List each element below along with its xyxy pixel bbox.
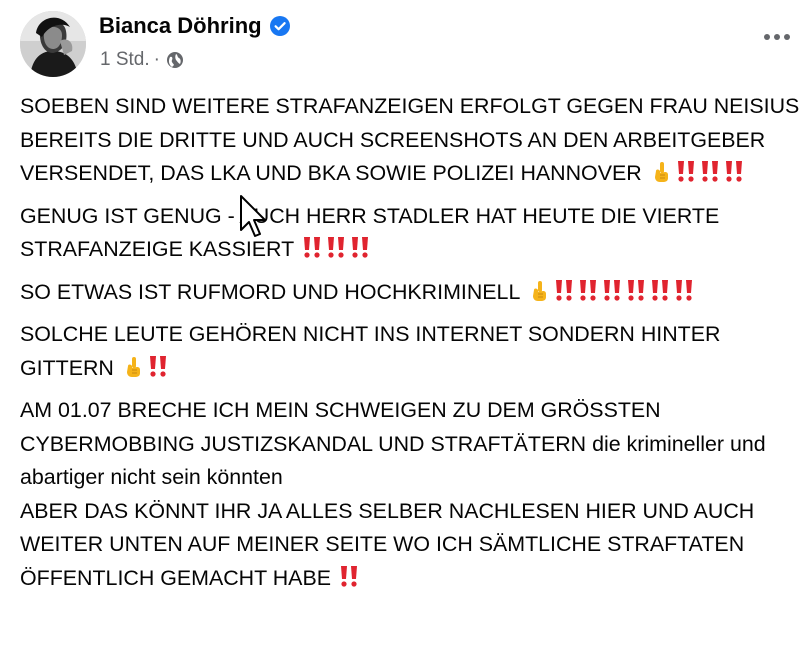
emoji-run (120, 354, 170, 380)
emoji-run (337, 564, 361, 590)
pointing-up-icon (124, 355, 144, 377)
emoji-run (300, 237, 372, 261)
post-body: SOEBEN SIND WEITERE STRAFANZEIGEN ERFOLG… (20, 90, 800, 595)
more-horizontal-icon (764, 34, 770, 40)
pointing-up-icon (530, 279, 550, 301)
post-meta: 1 Std. · (100, 49, 184, 71)
pointing-up-icon (652, 160, 672, 182)
post-paragraph: SOEBEN SIND WEITERE STRAFANZEIGEN ERFOLG… (20, 90, 800, 191)
facebook-post: Bianca Döhring 1 Std. · SOEBEN SIND WEIT… (0, 0, 811, 651)
avatar-photo (20, 11, 86, 77)
double-exclamation-icon (553, 278, 575, 302)
double-exclamation-icon (577, 278, 599, 302)
double-exclamation-icon (349, 235, 371, 259)
verified-badge-icon (269, 16, 290, 36)
double-exclamation-icon (601, 278, 623, 302)
author-line: Bianca Döhring (99, 13, 290, 39)
double-exclamation-icon (673, 278, 695, 302)
more-options-button[interactable] (759, 25, 795, 49)
post-paragraph: AM 01.07 BRECHE ICH MEIN SCHWEIGEN ZU DE… (20, 394, 800, 495)
double-exclamation-icon (325, 235, 347, 259)
paragraph-text: SO ETWAS IST RUFMORD UND HOCHKRIMINELL (20, 279, 520, 304)
post-paragraph: SOLCHE LEUTE GEHÖREN NICHT INS INTERNET … (20, 318, 800, 385)
paragraph-text: ABER DAS KÖNNT IHR JA ALLES SELBER NACHL… (20, 498, 755, 590)
more-horizontal-icon (784, 34, 790, 40)
paragraph-text: AM 01.07 BRECHE ICH MEIN SCHWEIGEN ZU DE… (20, 398, 766, 489)
double-exclamation-icon (675, 159, 697, 183)
post-paragraph: GENUG IST GENUG - AUCH HERR STADLER HAT … (20, 200, 800, 267)
post-paragraph: ABER DAS KÖNNT IHR JA ALLES SELBER NACHL… (20, 495, 800, 596)
double-exclamation-icon (723, 159, 745, 183)
double-exclamation-icon (147, 354, 169, 378)
emoji-run (648, 161, 746, 185)
post-paragraph: SO ETWAS IST RUFMORD UND HOCHKRIMINELL (20, 276, 800, 310)
globe-icon[interactable] (166, 51, 184, 69)
double-exclamation-icon (301, 235, 323, 259)
more-horizontal-icon (774, 34, 780, 40)
double-exclamation-icon (625, 278, 647, 302)
emoji-run (526, 278, 696, 304)
double-exclamation-icon (699, 159, 721, 183)
author-name[interactable]: Bianca Döhring (99, 13, 262, 39)
post-timestamp[interactable]: 1 Std. (100, 49, 150, 71)
double-exclamation-icon (649, 278, 671, 302)
double-exclamation-icon (338, 564, 360, 588)
avatar[interactable] (20, 11, 86, 77)
post-header: Bianca Döhring 1 Std. · (20, 11, 795, 77)
meta-separator: · (153, 49, 160, 70)
